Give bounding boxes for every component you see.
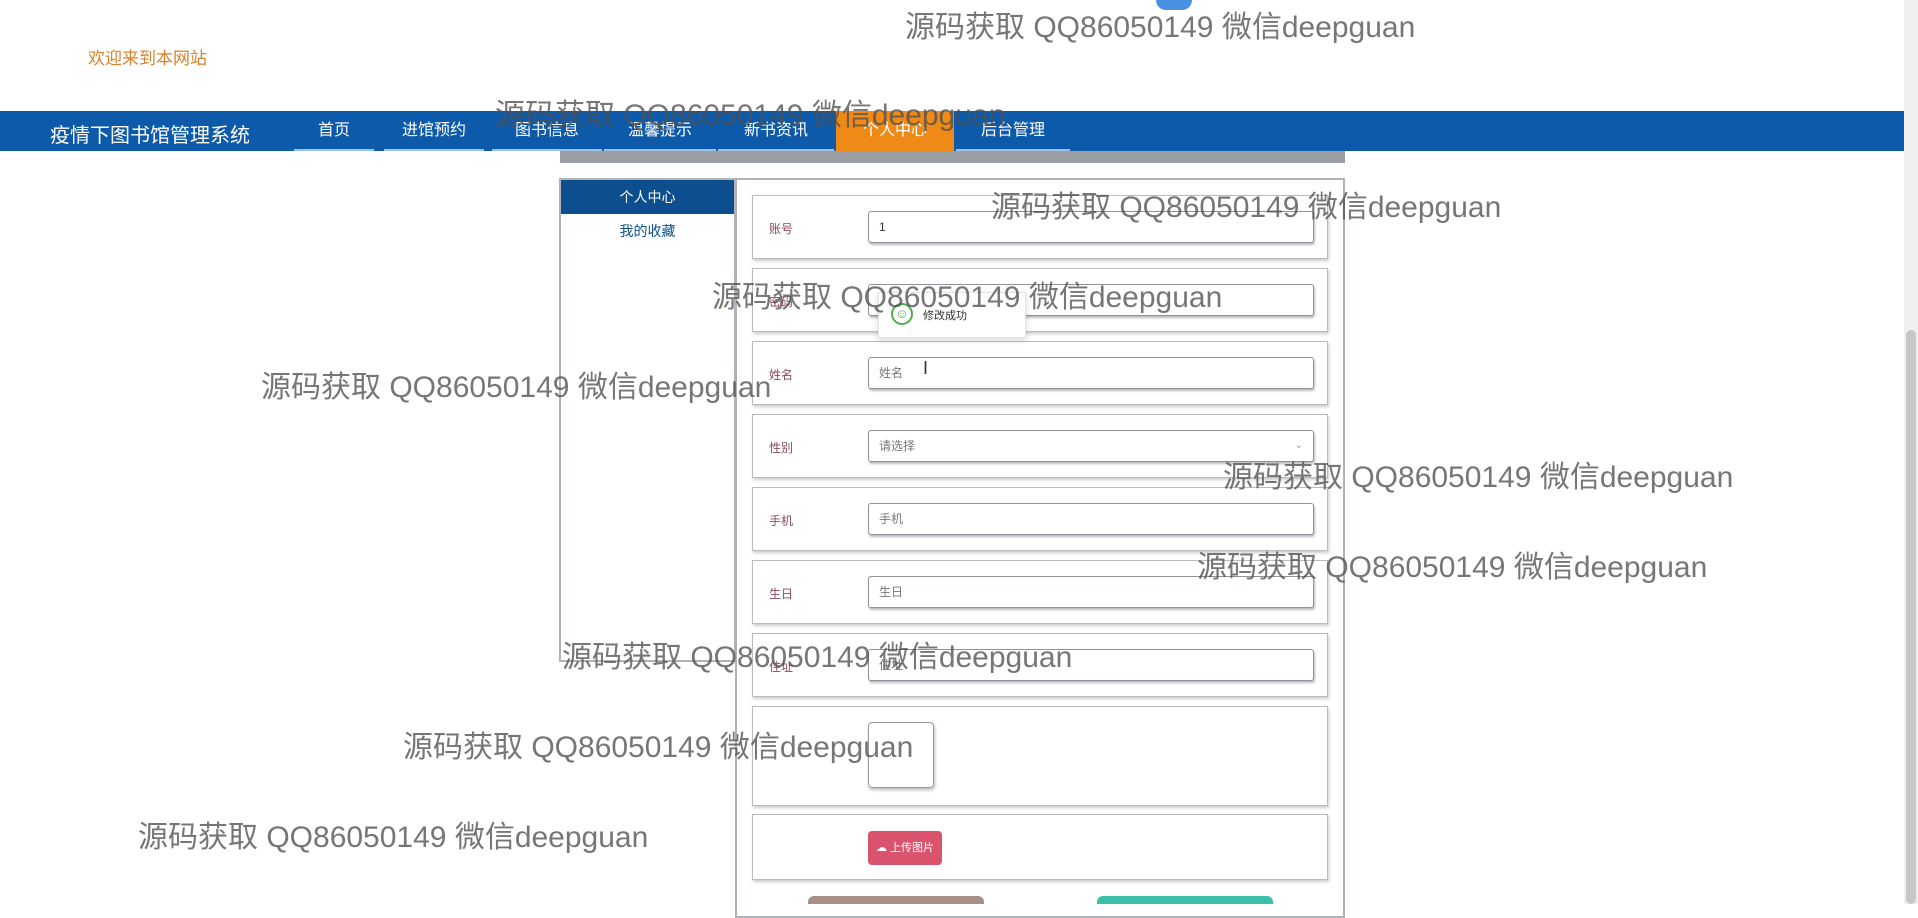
watermark: 源码获取 QQ86050149 微信deepguan <box>495 99 1006 132</box>
update-button[interactable] <box>808 896 984 904</box>
watermark: 源码获取 QQ86050149 微信deepguan <box>138 821 649 854</box>
site-brand[interactable]: 疫情下图书馆管理系统 <box>50 119 250 148</box>
upload-image-button[interactable]: ☁ 上传图片 <box>868 831 942 865</box>
gender-select-value: 请选择 <box>879 439 916 453</box>
watermark: 源码获取 QQ86050149 微信deepguan <box>261 371 772 404</box>
upload-label: 上传图片 <box>890 842 935 854</box>
logout-button[interactable] <box>1097 896 1273 904</box>
watermark: 源码获取 QQ86050149 微信deepguan <box>403 731 914 764</box>
scrollbar-thumb[interactable] <box>1906 330 1916 904</box>
text-cursor-icon: I <box>923 358 929 378</box>
watermark: 源码获取 QQ86050149 微信deepguan <box>1223 461 1734 494</box>
name-row: 姓名 姓名 <box>752 341 1328 405</box>
sidebar-item-favorites[interactable]: 我的收藏 <box>561 214 734 248</box>
watermark: 源码获取 QQ86050149 微信deepguan <box>712 281 1223 314</box>
gender-label: 性别 <box>769 441 794 455</box>
watermark: 源码获取 QQ86050149 微信deepguan <box>905 11 1416 44</box>
upload-row: ☁ 上传图片 <box>752 814 1328 880</box>
name-label: 姓名 <box>769 368 794 382</box>
name-input[interactable]: 姓名 <box>868 357 1314 389</box>
birthday-label: 生日 <box>769 587 794 601</box>
nav-home[interactable]: 首页 <box>294 111 374 151</box>
sidebar: 个人中心 我的收藏 <box>559 178 736 662</box>
welcome-text: 欢迎来到本网站 <box>88 49 207 68</box>
watermark: 源码获取 QQ86050149 微信deepguan <box>1197 551 1708 584</box>
watermark: 源码获取 QQ86050149 微信deepguan <box>562 641 1073 674</box>
phone-input[interactable]: 手机 <box>868 503 1314 535</box>
cloud-upload-icon: ☁ <box>875 842 887 854</box>
watermark: 源码获取 QQ86050149 微信deepguan <box>991 191 1502 224</box>
nav-reservation[interactable]: 进馆预约 <box>384 111 484 151</box>
sidebar-title[interactable]: 个人中心 <box>561 180 734 214</box>
banner-bar <box>560 151 1345 163</box>
account-label: 账号 <box>769 222 794 236</box>
phone-label: 手机 <box>769 514 794 528</box>
